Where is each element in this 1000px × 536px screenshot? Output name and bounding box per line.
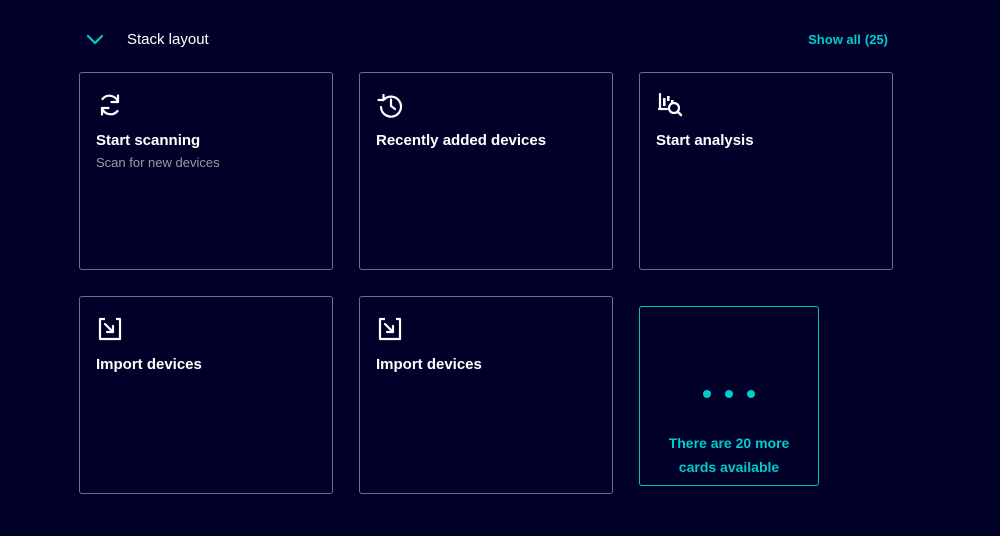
more-cards-text: There are 20 more cards available xyxy=(640,431,818,479)
refresh-icon xyxy=(100,94,120,116)
card-subtitle: Scan for new devices xyxy=(96,155,220,170)
card-import-devices[interactable]: Import devices xyxy=(79,296,333,494)
more-cards-line2: cards available xyxy=(678,459,780,475)
card-title: Start analysis xyxy=(656,132,754,149)
card-title: Import devices xyxy=(376,356,482,373)
section-header: Stack layout Show all (25) xyxy=(80,22,888,58)
card-start-analysis[interactable]: Start analysis xyxy=(639,72,893,270)
card-title: Recently added devices xyxy=(376,132,547,149)
card-import-devices[interactable]: Import devices xyxy=(359,296,613,494)
chevron-down-icon[interactable] xyxy=(84,30,106,50)
card-title: Start scanning xyxy=(96,132,201,149)
card-title: Import devices xyxy=(96,356,202,373)
more-cards-line1: There are 20 more xyxy=(668,435,790,451)
more-cards-button[interactable]: There are 20 more cards available xyxy=(639,306,819,486)
card-start-scanning[interactable]: Start scanning Scan for new devices xyxy=(79,72,333,270)
history-icon xyxy=(377,93,403,118)
card-recently-added-devices[interactable]: Recently added devices xyxy=(359,72,613,270)
import-icon xyxy=(98,317,122,341)
show-all-label: Show all xyxy=(808,32,861,47)
import-icon xyxy=(378,317,402,341)
more-dots-icon xyxy=(640,385,818,403)
analysis-icon xyxy=(657,92,683,117)
section-title: Stack layout xyxy=(127,31,209,48)
show-all-link[interactable]: Show all (25) xyxy=(808,32,888,47)
show-all-count: (25) xyxy=(864,32,888,47)
